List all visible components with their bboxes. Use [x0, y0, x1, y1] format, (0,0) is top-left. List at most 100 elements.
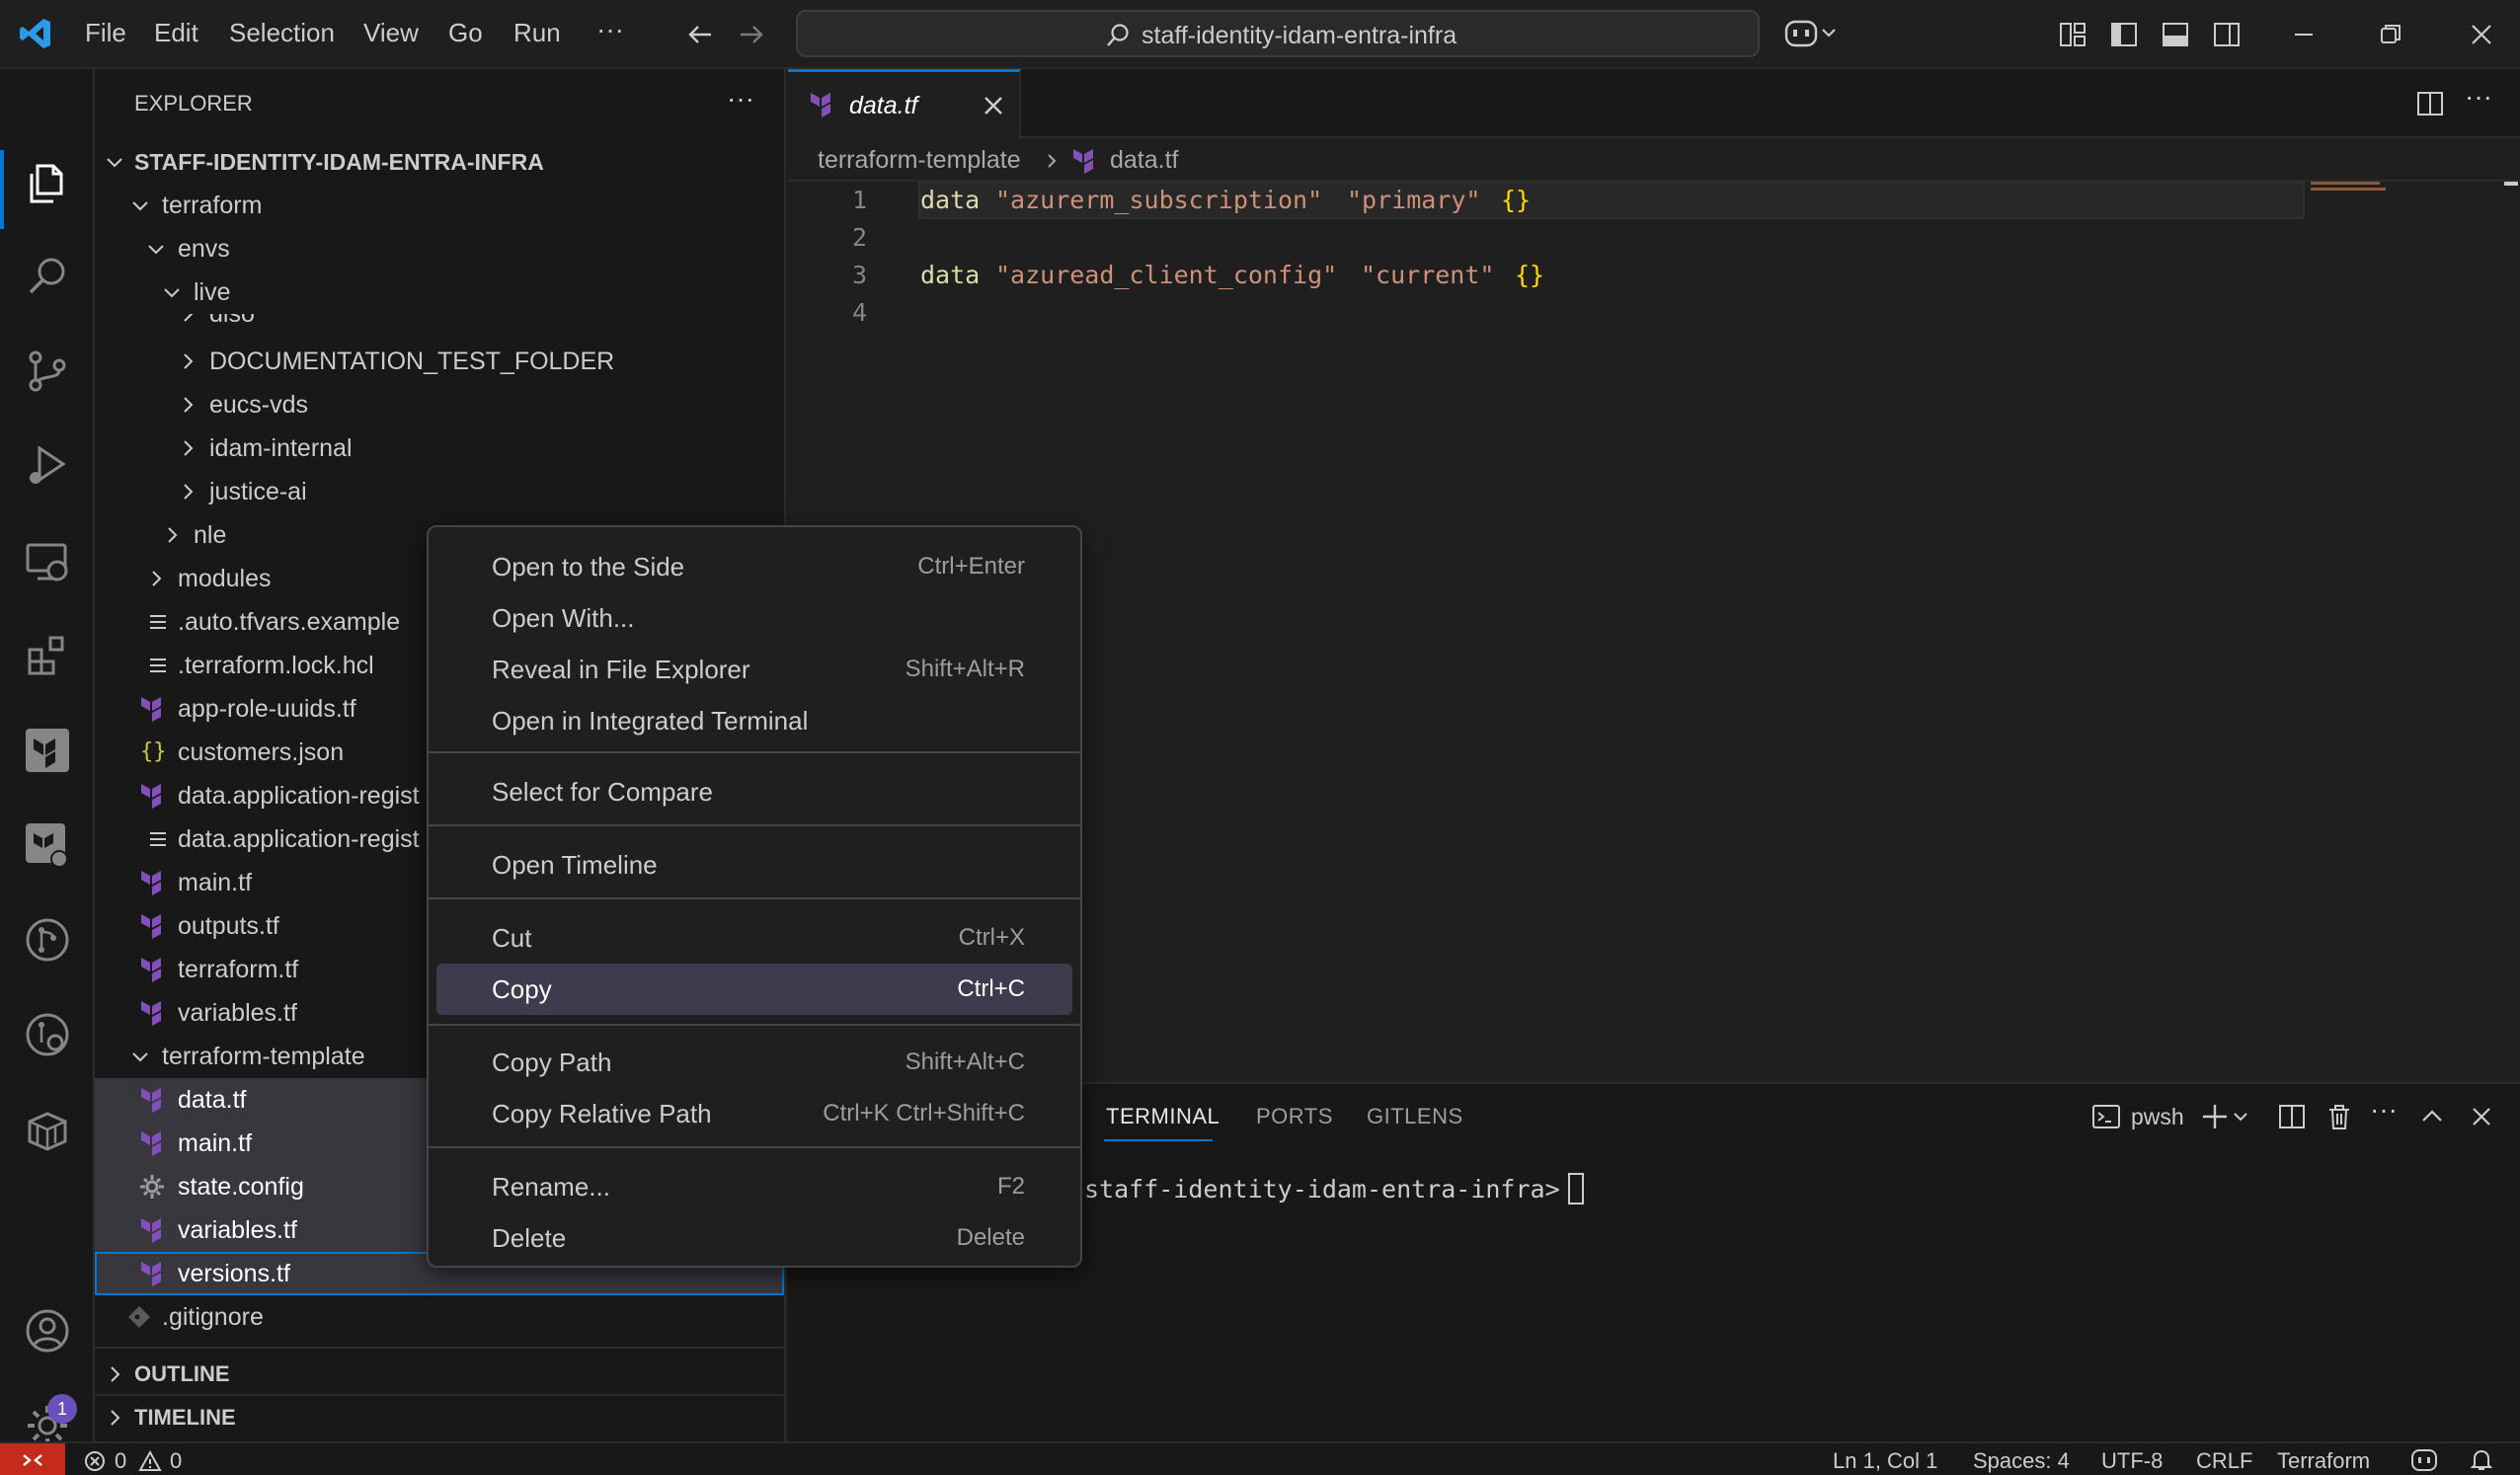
terminal-shell-label[interactable]: pwsh — [2131, 1104, 2184, 1130]
tab-terminal[interactable]: TERMINAL — [1106, 1104, 1220, 1129]
language-mode[interactable]: Terraform — [2277, 1448, 2370, 1474]
copilot-status-icon[interactable] — [2409, 1447, 2439, 1473]
accounts-icon[interactable] — [18, 1301, 77, 1360]
menu-cut[interactable]: Cut Ctrl+X — [436, 912, 1072, 964]
folder-live[interactable]: live — [95, 271, 784, 314]
file-gitignore[interactable]: .gitignore — [95, 1295, 784, 1339]
terraform-icon[interactable] — [18, 721, 77, 780]
menu-edit[interactable]: Edit — [154, 18, 198, 48]
indentation[interactable]: Spaces: 4 — [1973, 1448, 2070, 1474]
menu-reveal-in-file-explorer[interactable]: Reveal in File Explorer Shift+Alt+R — [436, 644, 1072, 695]
panel-more-actions[interactable]: ··· — [2370, 1094, 2398, 1126]
code-editor[interactable]: 1 data "azurerm_subscription" "primary" … — [788, 182, 2467, 340]
menu-open-with[interactable]: Open With... — [436, 592, 1072, 644]
menu-open-to-side[interactable]: Open to the Side Ctrl+Enter — [436, 541, 1072, 592]
terraform-cloud-icon[interactable] — [18, 815, 77, 875]
split-terminal-icon[interactable] — [2277, 1102, 2307, 1131]
chevron-right-icon — [178, 395, 197, 415]
folder-idam-internal[interactable]: idam-internal — [95, 427, 784, 470]
menu-open-timeline[interactable]: Open Timeline — [436, 839, 1072, 891]
folder-justice-ai[interactable]: justice-ai — [95, 470, 784, 513]
command-center-text: staff-identity-idam-entra-infra — [1142, 22, 1457, 49]
menu-label: Open Timeline — [492, 850, 658, 880]
terraform-file-icon — [138, 998, 168, 1028]
new-terminal-plus-icon[interactable] — [2198, 1100, 2232, 1133]
menu-select-for-compare[interactable]: Select for Compare — [436, 766, 1072, 817]
editor-more-actions[interactable]: ··· — [2465, 81, 2492, 113]
command-center-search[interactable]: staff-identity-idam-entra-infra — [796, 10, 1760, 57]
outline-section-header[interactable]: OUTLINE — [95, 1353, 784, 1396]
minimize-icon[interactable] — [2289, 20, 2319, 49]
close-window-icon[interactable] — [2467, 20, 2496, 49]
menu-label: Copy Path — [492, 1048, 612, 1077]
menu-shortcut: Delete — [956, 1224, 1025, 1251]
chevron-right-icon — [146, 569, 166, 588]
nav-back-icon[interactable] — [685, 20, 715, 49]
menu-file[interactable]: File — [85, 18, 126, 48]
tab-data-tf[interactable]: data.tf — [788, 69, 1021, 140]
toggle-panel-icon[interactable] — [2161, 20, 2190, 49]
menu-copy-path[interactable]: Copy Path Shift+Alt+C — [436, 1037, 1072, 1088]
sidebar-divider — [95, 1347, 784, 1349]
kill-terminal-trash-icon[interactable] — [2324, 1102, 2354, 1131]
chevron-right-icon — [1043, 152, 1061, 170]
menu-shortcut: Ctrl+K Ctrl+Shift+C — [823, 1100, 1025, 1126]
folder-eucs-vds[interactable]: eucs-vds — [95, 383, 784, 427]
search-view-icon[interactable] — [18, 247, 77, 306]
gitlens-inspect-icon[interactable] — [18, 1005, 77, 1064]
explorer-icon[interactable] — [18, 154, 77, 213]
code-string: "current" — [1361, 261, 1495, 289]
code-brace: {} — [1501, 186, 1532, 214]
folder-label: terraform-template — [162, 1043, 365, 1070]
toggle-secondary-sidebar-icon[interactable] — [2212, 20, 2242, 49]
tab-ports[interactable]: PORTS — [1256, 1104, 1333, 1129]
menu-open-in-integrated-terminal[interactable]: Open in Integrated Terminal — [436, 695, 1072, 746]
menu-separator — [429, 1146, 1080, 1148]
chevron-down-icon[interactable] — [2232, 1108, 2249, 1126]
file-label: outputs.tf — [178, 912, 279, 940]
run-debug-icon[interactable] — [18, 436, 77, 496]
breadcrumb-file[interactable]: data.tf — [1110, 146, 1179, 175]
folder-envs[interactable]: envs — [95, 227, 784, 271]
menu-run[interactable]: Run — [513, 18, 561, 48]
gitlens-icon[interactable] — [18, 910, 77, 970]
menu-more[interactable]: ··· — [596, 14, 624, 45]
editor-tab-bar: ··· — [788, 69, 2520, 138]
end-of-line[interactable]: CRLF — [2196, 1448, 2252, 1474]
tab-gitlens[interactable]: GITLENS — [1367, 1104, 1463, 1129]
split-editor-icon[interactable] — [2415, 89, 2445, 118]
menu-view[interactable]: View — [363, 18, 419, 48]
customize-layout-icon[interactable] — [2058, 20, 2087, 49]
toggle-primary-sidebar-icon[interactable] — [2109, 20, 2139, 49]
workspace-root[interactable]: STAFF-IDENTITY-IDAM-ENTRA-INFRA — [95, 140, 784, 184]
notifications-bell-icon[interactable] — [2469, 1447, 2494, 1473]
close-tab-icon[interactable] — [980, 92, 1007, 119]
encoding[interactable]: UTF-8 — [2101, 1448, 2163, 1474]
extensions-icon[interactable] — [18, 626, 77, 685]
breadcrumb-folder[interactable]: terraform-template — [818, 146, 1021, 175]
menu-copy-relative-path[interactable]: Copy Relative Path Ctrl+K Ctrl+Shift+C — [436, 1088, 1072, 1139]
folder-documentation-test[interactable]: DOCUMENTATION_TEST_FOLDER — [95, 340, 784, 383]
menu-selection[interactable]: Selection — [229, 18, 335, 48]
remote-explorer-icon[interactable] — [18, 531, 77, 590]
menu-rename[interactable]: Rename... F2 — [436, 1161, 1072, 1212]
explorer-more-actions[interactable]: ··· — [727, 83, 754, 115]
menu-delete[interactable]: Delete Delete — [436, 1212, 1072, 1264]
maximize-panel-chevron-up-icon[interactable] — [2419, 1104, 2445, 1129]
remote-indicator[interactable] — [0, 1443, 65, 1475]
folder-label: idam-internal — [209, 434, 353, 462]
menu-go[interactable]: Go — [448, 18, 483, 48]
folder-terraform[interactable]: terraform — [95, 184, 784, 227]
close-panel-icon[interactable] — [2469, 1104, 2494, 1129]
restore-icon[interactable] — [2376, 20, 2405, 49]
timeline-section-header[interactable]: TIMELINE — [95, 1396, 784, 1439]
containers-icon[interactable] — [18, 1100, 77, 1159]
source-control-icon[interactable] — [18, 342, 77, 401]
cursor-position[interactable]: Ln 1, Col 1 — [1833, 1448, 1937, 1474]
menu-copy[interactable]: Copy Ctrl+C — [436, 964, 1072, 1015]
minimap[interactable] — [2311, 180, 2394, 192]
nav-forward-icon[interactable] — [737, 20, 766, 49]
terminal-content[interactable]: staff-identity-idam-entra-infra> — [1084, 1171, 2506, 1428]
outline-label: OUTLINE — [134, 1361, 230, 1386]
copilot-icon[interactable] — [1783, 16, 1839, 51]
